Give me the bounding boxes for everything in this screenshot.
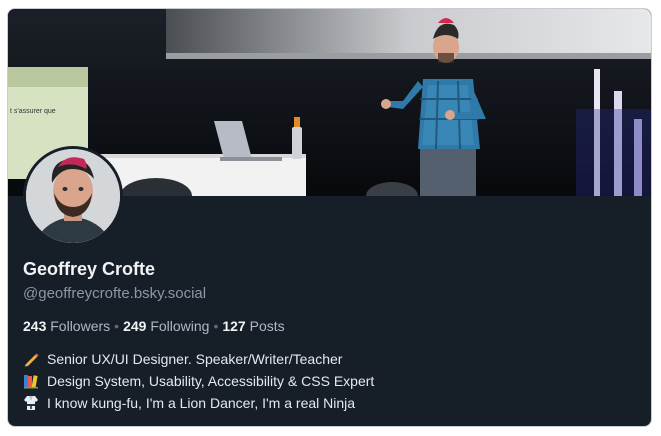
- books-icon: [23, 373, 39, 389]
- followers-label: Followers: [50, 318, 111, 334]
- profile-stats: 243 Followers • 249 Following • 127 Posts: [23, 316, 636, 336]
- following-stat[interactable]: 249 Following: [123, 318, 209, 334]
- bio-text: Design System, Usability, Accessibility …: [47, 373, 375, 389]
- bio-text: I know kung-fu, I'm a Lion Dancer, I'm a…: [47, 395, 356, 411]
- pencil-icon: [23, 351, 39, 367]
- posts-count: 127: [222, 318, 246, 334]
- profile-bio: Senior UX/UI Designer. Speaker/Writer/Te…: [23, 348, 636, 414]
- bio-line: Senior UX/UI Designer. Speaker/Writer/Te…: [23, 348, 636, 370]
- following-count: 249: [123, 318, 147, 334]
- avatar[interactable]: [23, 146, 123, 246]
- stat-separator: •: [114, 318, 120, 334]
- bio-line: I know kung-fu, I'm a Lion Dancer, I'm a…: [23, 392, 636, 414]
- posts-stat: 127 Posts: [222, 318, 284, 334]
- bio-text: Senior UX/UI Designer. Speaker/Writer/Te…: [47, 351, 343, 367]
- banner-slide-text: t s'assurer que: [10, 108, 56, 115]
- bio-line: Design System, Usability, Accessibility …: [23, 370, 636, 392]
- profile-card: t s'assurer que Geoffrey Crofte @geoffre…: [7, 8, 652, 427]
- profile-handle[interactable]: @geoffreycrofte.bsky.social: [23, 284, 636, 304]
- stat-separator: •: [213, 318, 219, 334]
- followers-stat[interactable]: 243 Followers: [23, 318, 110, 334]
- display-name: Geoffrey Crofte: [23, 259, 156, 279]
- following-label: Following: [150, 318, 210, 334]
- martial-arts-uniform-icon: [23, 395, 39, 411]
- followers-count: 243: [23, 318, 47, 334]
- profile-info: Geoffrey Crofte @geoffreycrofte.bsky.soc…: [23, 257, 636, 414]
- posts-label: Posts: [249, 318, 285, 334]
